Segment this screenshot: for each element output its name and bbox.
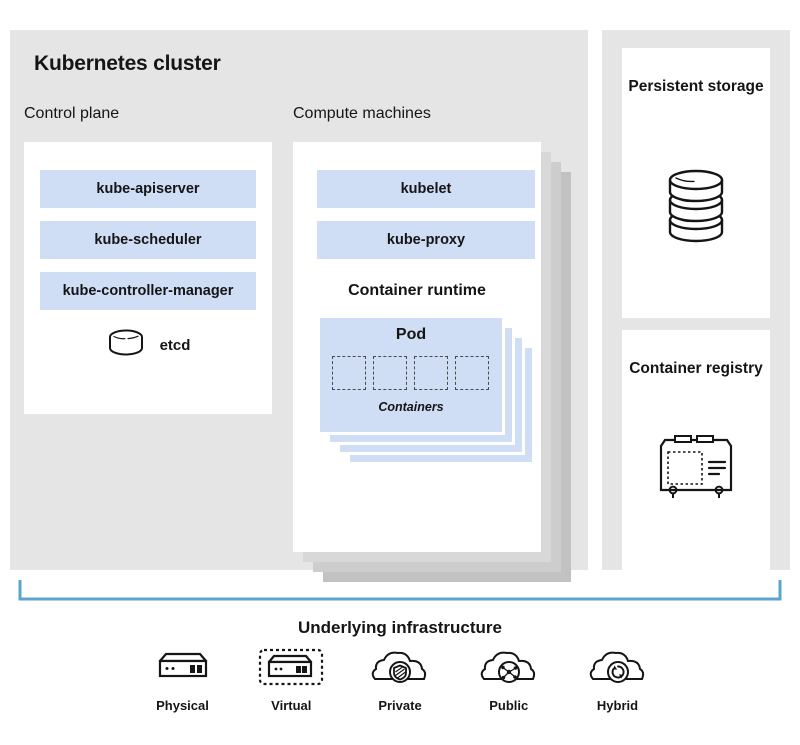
compute-component-kubelet[interactable]: kubelet [317,170,535,208]
container-registry-title: Container registry [629,360,763,377]
etcd-label: etcd [159,337,191,354]
side-services-panel: Persistent storage Container registry [602,30,790,578]
infrastructure-item-private[interactable]: Private [348,645,453,713]
cloud-sync-icon [587,645,649,689]
container-runtime-label: Container runtime [348,282,486,299]
infrastructure-label: Physical [156,698,209,713]
persistent-storage-title: Persistent storage [628,78,764,95]
pod-title: Pod [395,326,427,343]
persistent-storage-card[interactable]: Persistent storage [622,48,770,318]
database-cylinder-icon [106,328,146,363]
database-stack-icon [622,156,770,248]
pod-stack: Pod Containers [317,315,535,470]
infrastructure-label: Hybrid [596,698,639,713]
control-plane-heading: Control plane [24,105,120,122]
container-box [414,356,448,390]
infrastructure-item-public[interactable]: Public [456,645,561,713]
bracket-icon [18,580,782,602]
server-icon [152,645,214,689]
container-registry-card[interactable]: Container registry [622,330,770,578]
control-component-kube-scheduler[interactable]: kube-scheduler [40,221,256,259]
cloud-shield-icon [369,645,431,689]
pod-card[interactable]: Pod Containers [317,315,505,435]
container-box [455,356,489,390]
infrastructure-label: Public [489,698,529,713]
cluster-title: Kubernetes cluster [34,52,221,75]
container-box [332,356,366,390]
compute-component-kube-proxy[interactable]: kube-proxy [317,221,535,259]
infrastructure-items: Physical Virtual Private Public Hybrid [130,645,670,713]
compute-machines-heading: Compute machines [293,105,431,122]
kubernetes-cluster-panel: Kubernetes cluster Control plane Compute… [10,30,588,582]
infrastructure-label: Private [378,698,422,713]
control-plane-card: kube-apiserver kube-scheduler kube-contr… [24,142,272,414]
container-crate-icon [622,428,770,504]
infrastructure-title: Underlying infrastructure [297,618,503,637]
container-box [373,356,407,390]
virtual-server-icon [257,645,325,689]
cloud-network-icon [478,645,540,689]
infrastructure-item-physical[interactable]: Physical [130,645,235,713]
infrastructure-item-hybrid[interactable]: Hybrid [565,645,670,713]
infrastructure-label: Virtual [271,698,312,713]
infrastructure-item-virtual[interactable]: Virtual [239,645,344,713]
compute-machines-stack: kubelet kube-proxy Container runtime Pod… [293,142,583,582]
containers-label: Containers [378,400,444,414]
compute-machine-card: kubelet kube-proxy Container runtime Pod… [293,142,541,552]
containers-row [332,356,489,390]
control-component-kube-apiserver[interactable]: kube-apiserver [40,170,256,208]
etcd-row: etcd [24,328,272,363]
control-component-kube-controller-manager[interactable]: kube-controller-manager [40,272,256,310]
